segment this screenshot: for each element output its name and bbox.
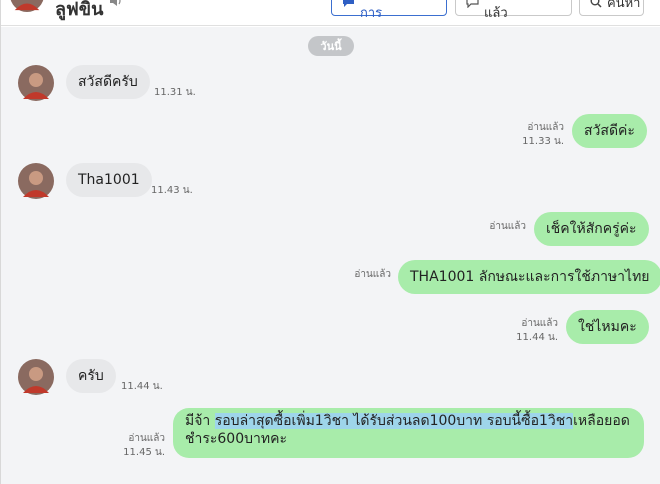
sender-avatar[interactable] <box>18 163 54 199</box>
read-receipt: อ่านแล้ว <box>489 221 526 232</box>
day-separator: วันนี้ <box>308 36 354 56</box>
speaker-icon[interactable] <box>108 0 122 8</box>
contact-avatar[interactable] <box>10 0 44 12</box>
search-button[interactable]: ค้นหา <box>579 0 644 16</box>
selected-text: รอบล่าสุดซื้อเพิ่ม1วิชา ได้รับส่วนลด100บ… <box>214 413 574 429</box>
chat-bubble-icon <box>343 0 354 7</box>
read-receipt: อ่านแล้ว <box>354 269 391 280</box>
message-bubble[interactable]: เช็คให้สักครู่ค่ะ <box>534 212 649 246</box>
sender-avatar[interactable] <box>18 65 54 101</box>
contact-name: ลูฟขิน <box>55 0 104 20</box>
message-bubble[interactable]: ใช่ไหมคะ <box>566 310 649 344</box>
message-bubble[interactable]: มีจ้า รอบล่าสุดซื้อเพิ่ม1วิชา ได้รับส่วน… <box>173 408 644 458</box>
message-list[interactable]: วันนี้ สวัสดีครับ 11.31 น. อ่านแล้ว 11.3… <box>1 27 660 484</box>
message-time: 11.33 น. <box>522 136 564 147</box>
search-icon <box>590 0 602 8</box>
sender-avatar[interactable] <box>18 359 54 395</box>
chat-header: ลูฟขิน ต้องดำเนินการ ดำเนินการแล้ว ค้นหา <box>1 0 660 26</box>
message-bubble[interactable]: สวัสดีครับ <box>66 65 150 99</box>
message-time: 11.31 น. <box>154 87 196 98</box>
done-filter-label: ดำเนินการแล้ว <box>484 6 508 21</box>
message-bubble[interactable]: THA1001 ลักษณะและการใช้ภาษาไทย <box>398 260 660 294</box>
done-filter-button[interactable]: ดำเนินการแล้ว <box>455 0 572 21</box>
message-time: 11.45 น. <box>123 447 165 458</box>
todo-filter-button[interactable]: ต้องดำเนินการ <box>331 0 447 21</box>
chat-window: ลูฟขิน ต้องดำเนินการ ดำเนินการแล้ว ค้นหา… <box>0 0 660 484</box>
message-bubble[interactable]: Tha1001 <box>66 163 152 197</box>
message-bubble[interactable]: ครับ <box>66 359 116 393</box>
read-receipt: อ่านแล้ว <box>521 318 558 329</box>
todo-filter-label: ต้องดำเนินการ <box>360 6 383 21</box>
read-receipt: อ่านแล้ว <box>128 433 165 444</box>
message-time: 11.43 น. <box>151 185 193 196</box>
read-receipt: อ่านแล้ว <box>527 122 564 133</box>
message-time: 11.44 น. <box>121 381 163 392</box>
search-label: ค้นหา <box>607 0 641 11</box>
message-time: 11.44 น. <box>516 332 558 343</box>
chat-bubble-icon <box>466 0 479 8</box>
message-text: มีจ้า <box>185 413 215 429</box>
message-bubble[interactable]: สวัสดีค่ะ <box>572 114 647 148</box>
